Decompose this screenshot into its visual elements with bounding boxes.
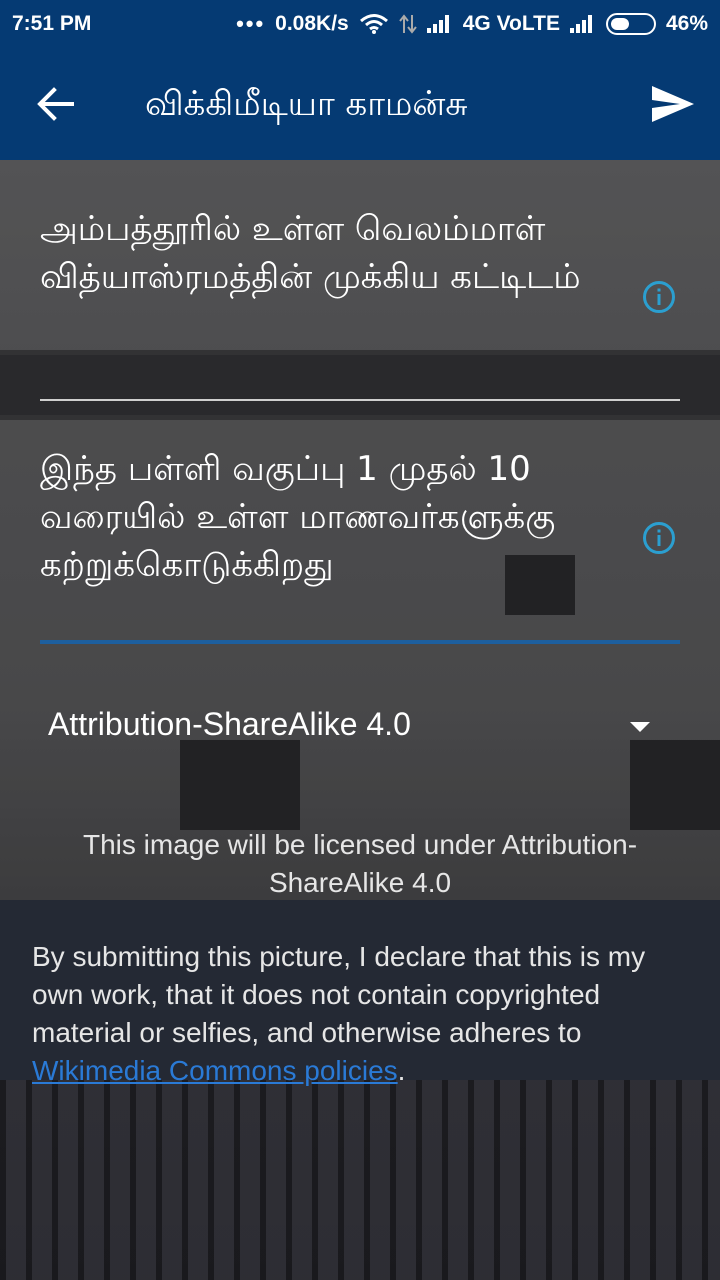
battery-percent: 46%	[665, 12, 708, 35]
status-time: 7:51 PM	[12, 12, 92, 35]
send-icon[interactable]	[650, 84, 696, 124]
arrow-back-icon[interactable]	[34, 84, 78, 124]
app-title: விக்கிமீடியா காமன்சு	[145, 84, 468, 124]
signal-icon-2	[569, 15, 596, 33]
title-input[interactable]: அம்பத்தூரில் உள்ள வெலம்மாள் வித்யாஸ்ரமத்…	[40, 205, 620, 301]
battery-icon	[605, 13, 656, 35]
data-arrows-icon	[398, 14, 417, 34]
declaration-body: By submitting this picture, I declare th…	[32, 941, 646, 1048]
network-type: 4G VoLTE	[462, 12, 560, 35]
description-underline	[40, 640, 680, 644]
description-field[interactable]: இந்த பள்ளி வகுப்பு 1 முதல் 10 வரையில் உள…	[40, 445, 680, 645]
license-note: This image will be licensed under Attrib…	[82, 829, 638, 898]
signal-icon	[426, 15, 453, 33]
notification-dots: •••	[236, 11, 266, 36]
description-input[interactable]: இந்த பள்ளி வகுப்பு 1 முதல் 10 வரையில் உள…	[40, 445, 620, 589]
title-field[interactable]: அம்பத்தூரில் உள்ள வெலம்மாள் வித்யாஸ்ரமத்…	[40, 205, 680, 403]
network-speed: 0.08K/s	[275, 12, 349, 35]
wifi-icon	[359, 14, 388, 34]
commons-policies-link[interactable]: Wikimedia Commons policies	[32, 1055, 398, 1086]
title-underline	[40, 399, 680, 401]
app-bar: விக்கிமீடியா காமன்சு	[0, 48, 720, 160]
declaration-text: By submitting this picture, I declare th…	[32, 938, 692, 1090]
info-icon[interactable]	[642, 521, 676, 555]
license-dropdown[interactable]: Attribution-ShareAlike 4.0	[40, 700, 672, 756]
status-bar: 7:51 PM ••• 0.08K/s 4G VoLTE 46%	[0, 0, 720, 48]
info-icon[interactable]	[642, 280, 676, 314]
chevron-down-icon	[630, 722, 650, 732]
license-selected: Attribution-ShareAlike 4.0	[48, 706, 411, 742]
declaration-suffix: .	[397, 1055, 406, 1086]
